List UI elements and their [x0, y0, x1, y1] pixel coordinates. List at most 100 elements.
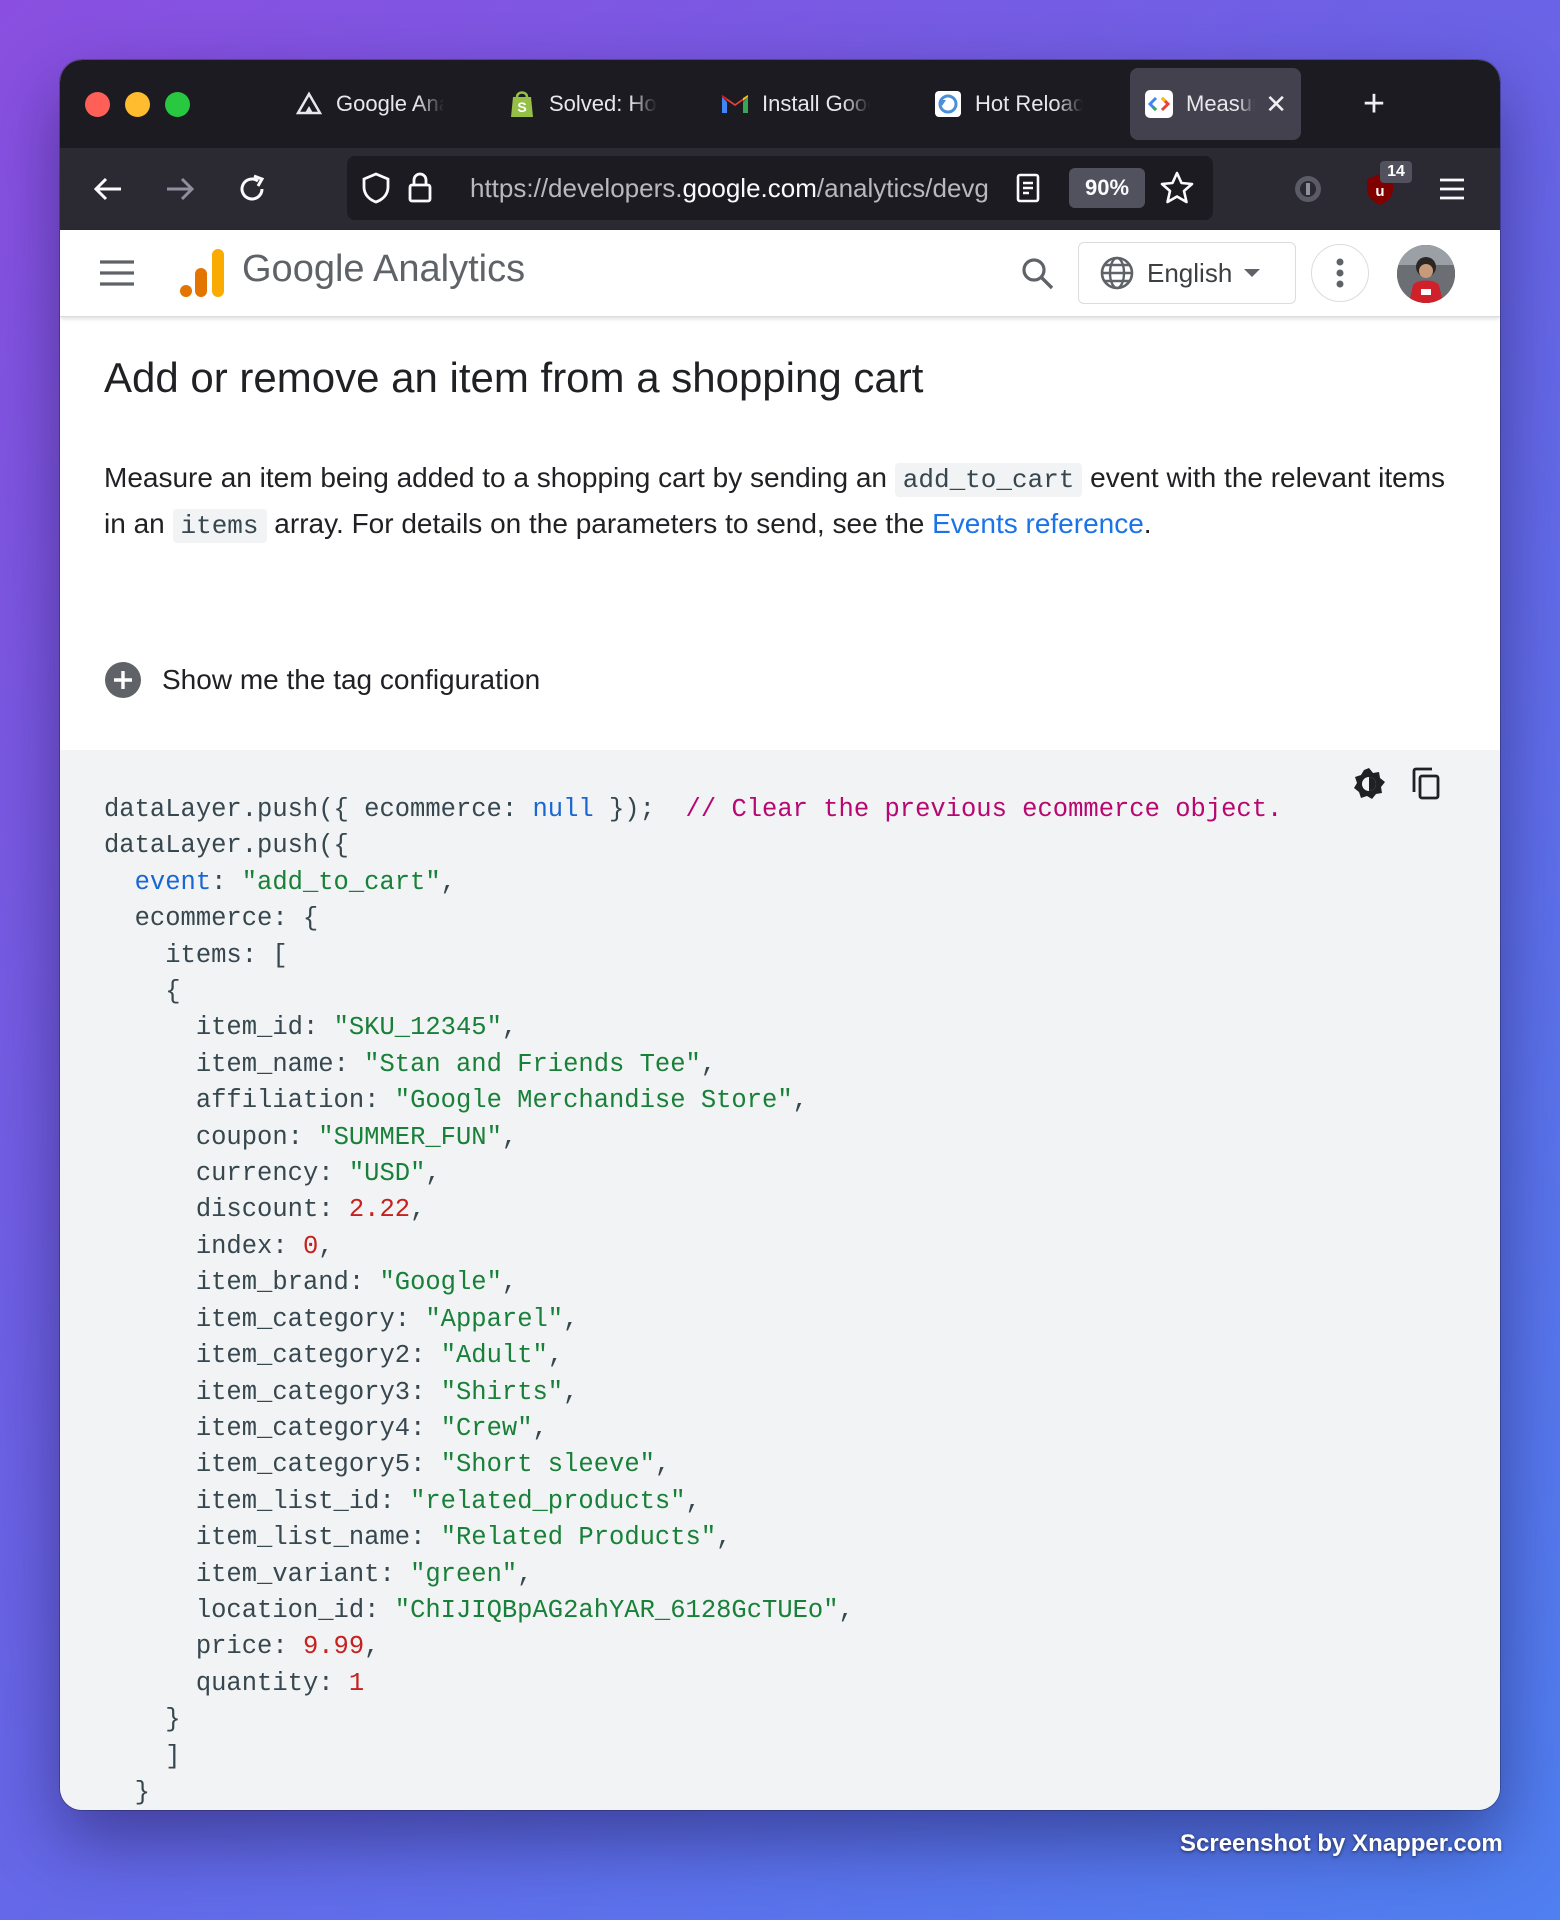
language-label: English — [1147, 257, 1233, 288]
code-field-value: "SUMMER_FUN" — [318, 1122, 502, 1152]
language-selector[interactable]: English — [1078, 242, 1296, 304]
code-field-key: item_list_name — [195, 1523, 411, 1553]
tag-configuration-expander[interactable]: Show me the tag configuration — [104, 658, 540, 702]
code-field-value: "green" — [410, 1559, 518, 1589]
code-field-value: 9.99 — [302, 1632, 365, 1662]
tab-solved-how[interactable]: S Solved: How — [507, 68, 657, 140]
minimize-window-button[interactable] — [125, 92, 150, 117]
google-analytics-logo-icon[interactable] — [178, 246, 228, 300]
code-field-key: item_list_id — [195, 1486, 380, 1516]
code-fields: item_id: "SKU_12345", item_name: "Stan a… — [195, 1013, 854, 1698]
tab-hot-reload[interactable]: Hot Reload — [933, 68, 1083, 140]
code-line: ecommerce: { — [134, 904, 319, 934]
app-menu-button[interactable] — [1426, 163, 1478, 215]
close-tab-icon[interactable]: ✕ — [1265, 89, 1287, 120]
code-field-value: "Adult" — [440, 1341, 548, 1371]
code-field-key: price — [195, 1632, 273, 1662]
code-field-value: "Apparel" — [425, 1304, 564, 1334]
reader-view-icon[interactable] — [1014, 172, 1042, 204]
more-options-button[interactable] — [1311, 244, 1369, 302]
url-domain: google.com — [682, 173, 817, 203]
tab-measure-ecommerce[interactable]: Measure ecommerce ✕ — [1130, 68, 1301, 140]
code-listing[interactable]: dataLayer.push({ ecommerce: null }); // … — [104, 792, 1282, 1810]
maximize-window-button[interactable] — [165, 92, 190, 117]
analytics-triangle-icon — [294, 89, 324, 119]
code-line: ] — [165, 1741, 181, 1771]
navigation-toolbar: https://developers.google.com/analytics/… — [60, 148, 1500, 230]
brightness-icon — [1354, 768, 1385, 799]
password-manager-icon — [1295, 176, 1321, 202]
tab-google-analytics[interactable]: Google Analytics — [294, 68, 444, 140]
caret-down-icon — [1244, 269, 1261, 277]
code-field-value: "Google" — [379, 1268, 502, 1298]
new-tab-button[interactable]: + — [1350, 80, 1398, 128]
globe-icon — [1100, 256, 1134, 290]
code-field-value: 2.22 — [348, 1195, 411, 1225]
code-line: } — [134, 1777, 150, 1807]
intro-text-1: Measure an item being added to a shoppin… — [104, 462, 895, 493]
google-developers-icon — [1144, 89, 1174, 119]
code-field-key: item_brand — [195, 1268, 349, 1298]
code-field-key: item_name — [195, 1049, 334, 1079]
back-arrow-icon — [93, 177, 121, 201]
code-field-value: 0 — [302, 1231, 319, 1261]
search-icon[interactable] — [1020, 256, 1056, 292]
code-field-key: item_category4 — [195, 1413, 411, 1443]
reload-button[interactable] — [226, 163, 278, 215]
code-field-key: location_id — [195, 1595, 365, 1625]
extension-password-button[interactable] — [1282, 163, 1334, 215]
code-field-value: "USD" — [348, 1159, 426, 1189]
code-add-to-cart: add_to_cart — [894, 463, 1083, 497]
site-menu-icon[interactable] — [98, 258, 138, 288]
code-field-value: "Crew" — [440, 1413, 533, 1443]
code-field-key: item_variant — [195, 1559, 380, 1589]
code-line-end: }); — [593, 795, 686, 824]
user-avatar[interactable] — [1397, 245, 1455, 303]
tab-install-google[interactable]: Install Google — [720, 68, 870, 140]
code-field-key: item_category2 — [195, 1341, 411, 1371]
svg-text:S: S — [517, 99, 526, 115]
code-field-key: coupon — [195, 1122, 288, 1152]
code-field-value: "Short sleeve" — [440, 1450, 655, 1480]
hamburger-menu-icon — [1440, 178, 1464, 200]
brand-title[interactable]: Google Analytics — [242, 248, 525, 291]
copy-code-button[interactable] — [1406, 764, 1446, 804]
code-field-key: item_category3 — [195, 1377, 411, 1407]
extension-ublock-button[interactable]: u 14 — [1354, 161, 1412, 215]
url-text[interactable]: https://developers.google.com/analytics/… — [470, 156, 990, 220]
code-field-key: index — [195, 1231, 273, 1261]
forward-button[interactable] — [154, 163, 206, 215]
toggle-theme-button[interactable] — [1349, 764, 1389, 804]
address-bar[interactable]: https://developers.google.com/analytics/… — [347, 156, 1213, 220]
code-field-value: 1 — [348, 1668, 365, 1698]
code-field-value: "related_products" — [410, 1486, 686, 1516]
code-field-value: "Google Merchandise Store" — [394, 1086, 793, 1116]
zoom-level[interactable]: 90% — [1069, 168, 1145, 208]
code-field-value: "SKU_12345" — [333, 1013, 502, 1043]
code-field-key: discount — [195, 1195, 319, 1225]
expander-label: Show me the tag configuration — [162, 664, 541, 695]
reload-icon — [240, 174, 265, 201]
code-null: null — [532, 795, 594, 824]
tab-label: Measure ecommerce — [1186, 91, 1255, 116]
back-button[interactable] — [82, 163, 134, 215]
code-key: event — [134, 867, 212, 897]
tab-label: Google Analytics — [336, 91, 444, 116]
code-field-key: quantity — [195, 1668, 319, 1698]
copy-icon — [1412, 767, 1440, 800]
bookmark-star-icon[interactable] — [1159, 170, 1195, 206]
close-window-button[interactable] — [85, 92, 110, 117]
vertical-dots-icon — [1336, 258, 1344, 288]
lock-icon[interactable] — [406, 170, 434, 204]
watermark: Screenshot by Xnapper.com — [1180, 1830, 1503, 1857]
events-reference-link[interactable]: Events reference — [932, 508, 1144, 539]
tab-label: Solved: How — [549, 91, 657, 116]
site-header: Google Analytics English — [60, 230, 1500, 317]
code-line: } — [165, 1705, 181, 1735]
tracking-shield-icon[interactable] — [361, 171, 391, 205]
code-line: { — [165, 977, 181, 1007]
code-field-value: "Stan and Friends Tee" — [364, 1049, 701, 1079]
code-field-key: item_category — [195, 1304, 395, 1334]
avatar-photo-icon — [1397, 245, 1455, 303]
brand-google: Google — [242, 248, 365, 290]
